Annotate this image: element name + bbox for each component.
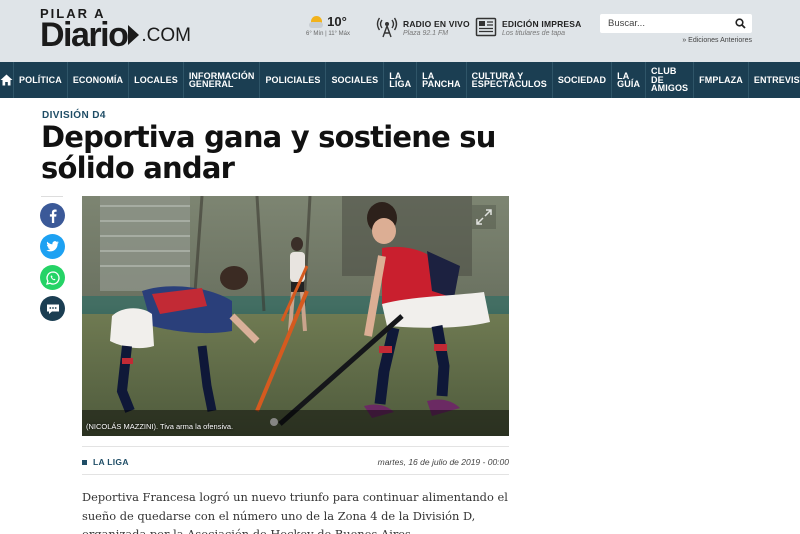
- radio-title: RADIO EN VIVO: [403, 19, 470, 29]
- main-nav: POLÍTICA ECONOMÍA LOCALES INFORMACIÓN GE…: [0, 62, 800, 98]
- site-logo[interactable]: PILAR A Diario .COM: [40, 6, 191, 54]
- hockey-players-image: [82, 196, 509, 436]
- facebook-share-button[interactable]: [40, 203, 65, 228]
- nav-item-entrevistas[interactable]: ENTREVISTAS: [749, 62, 800, 98]
- nav-item-la-guia[interactable]: LA GUÍA: [612, 62, 647, 98]
- nav-item-politica[interactable]: POLÍTICA: [14, 62, 68, 98]
- whatsapp-icon: [45, 270, 60, 285]
- nav-item-cultura[interactable]: CULTURA Y ESPECTÁCULOS: [467, 62, 553, 98]
- twitter-share-button[interactable]: [40, 234, 65, 259]
- meta-divider-bottom: [82, 474, 509, 475]
- meta-divider-top: [82, 446, 509, 447]
- nav-item-fmplaza[interactable]: FMPLAZA: [694, 62, 749, 98]
- expand-icon: [472, 205, 496, 229]
- article-photo[interactable]: [82, 196, 509, 436]
- ediciones-anteriores-link[interactable]: » Ediciones Anteriores: [600, 37, 752, 44]
- weather-temp: 10°: [327, 14, 347, 29]
- radio-tower-icon: [376, 17, 398, 38]
- newspaper-icon: [475, 17, 497, 37]
- nav-item-economia[interactable]: ECONOMÍA: [68, 62, 130, 98]
- search-box: [600, 14, 752, 33]
- section-square-icon: [82, 459, 87, 465]
- radio-en-vivo-link[interactable]: RADIO EN VIVO Plaza 92.1 FM: [376, 16, 470, 38]
- article-headline: Deportiva gana y sostiene su sólido anda…: [41, 120, 496, 185]
- search-input[interactable]: [608, 16, 726, 31]
- weather-widget[interactable]: 10° 6° Mín | 11° Máx: [300, 14, 356, 37]
- logo-com-text: .COM: [141, 25, 191, 46]
- section-tag-link[interactable]: LA LIGA: [82, 457, 129, 467]
- edicion-title: EDICIÓN IMPRESA: [502, 19, 582, 29]
- nav-item-la-pancha[interactable]: LA PANCHA: [417, 62, 467, 98]
- nav-item-club-de-amigos[interactable]: CLUB DE AMIGOS: [646, 62, 695, 98]
- nav-item-la-liga[interactable]: LA LIGA: [384, 62, 418, 98]
- nav-item-locales[interactable]: LOCALES: [129, 62, 184, 98]
- comments-button[interactable]: [40, 296, 65, 321]
- logo-big-text: Diario: [40, 16, 129, 54]
- search-icon[interactable]: [732, 16, 748, 31]
- partly-cloudy-icon: [309, 15, 325, 28]
- facebook-icon: [49, 209, 57, 223]
- logo-play-icon: [128, 25, 140, 45]
- home-icon: [0, 74, 13, 86]
- comment-icon: [46, 304, 59, 314]
- edicion-subtitle: Los titulares de tapa: [502, 30, 566, 37]
- edicion-impresa-link[interactable]: EDICIÓN IMPRESA Los titulares de tapa: [475, 16, 582, 38]
- section-tag-label: LA LIGA: [93, 457, 129, 467]
- article-date: martes, 16 de julio de 2019 - 00:00: [377, 457, 509, 467]
- whatsapp-share-button[interactable]: [40, 265, 65, 290]
- nav-home-button[interactable]: [0, 62, 14, 98]
- article-body-paragraph: Deportiva Francesa logró un nuevo triunf…: [82, 490, 508, 534]
- nav-item-sociales[interactable]: SOCIALES: [326, 62, 385, 98]
- nav-item-informacion-general[interactable]: INFORMACIÓN GENERAL: [184, 62, 261, 98]
- share-divider: [41, 196, 63, 197]
- twitter-icon: [46, 241, 59, 252]
- weather-minmax: 6° Mín | 11° Máx: [306, 31, 350, 37]
- nav-item-policiales[interactable]: POLICIALES: [260, 62, 327, 98]
- site-header: PILAR A Diario .COM 10° 6° Mín | 11° Máx…: [0, 0, 800, 62]
- radio-subtitle: Plaza 92.1 FM: [403, 30, 449, 37]
- expand-image-button[interactable]: [472, 205, 496, 229]
- nav-item-sociedad[interactable]: SOCIEDAD: [553, 62, 613, 98]
- photo-caption: (NICOLÁS MAZZINI). Tiva arma la ofensiva…: [86, 422, 234, 431]
